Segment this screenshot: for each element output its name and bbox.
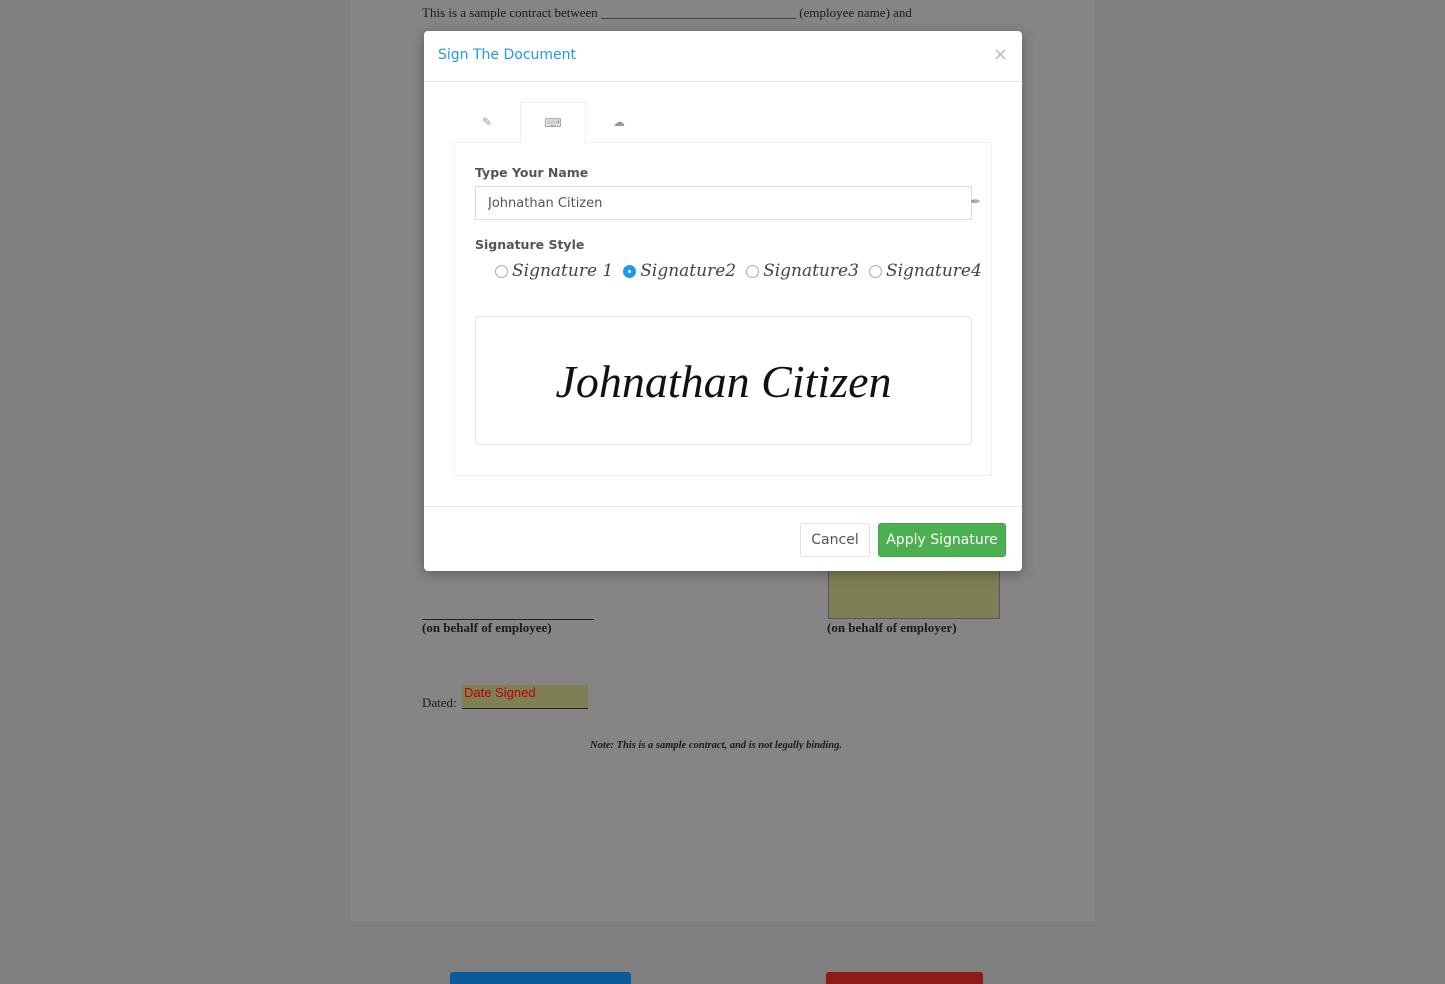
date-signed-field[interactable]: Date Signed: [462, 685, 588, 709]
contract-intro: This is a sample contract between ______…: [422, 5, 912, 20]
modal-title: Sign The Document: [438, 47, 577, 63]
style-radio-4[interactable]: [868, 264, 882, 278]
name-label: Type Your Name: [475, 165, 589, 180]
signature-style-options: Signature 1 Signature2 Signature3 Signat…: [495, 261, 988, 281]
primary-action-button[interactable]: [450, 972, 631, 984]
signature-pen-icon: ✒: [970, 195, 981, 210]
danger-action-button[interactable]: [826, 972, 983, 984]
style-radio-1[interactable]: [495, 264, 508, 278]
style-radio-3[interactable]: [746, 264, 760, 278]
tab-upload[interactable]: ☁: [586, 102, 652, 143]
type-signature-panel: Type Your Name ✒ Signature Style Signatu…: [454, 142, 992, 476]
sign-document-modal: Sign The Document × ✎ ⌨ ☁ Type Your Name…: [424, 31, 1022, 571]
legal-note: Note: This is a sample contract, and is …: [590, 740, 843, 751]
apply-signature-button[interactable]: Apply Signature: [878, 523, 1006, 557]
keyboard-icon: ⌨: [544, 116, 562, 130]
signature-preview: Johnathan Citizen: [475, 316, 972, 445]
dated-label: Dated:: [422, 695, 457, 710]
employer-caption: (on behalf of employer): [827, 620, 957, 635]
style-radio-2[interactable]: [623, 264, 637, 278]
pencil-icon: ✎: [481, 115, 493, 129]
tab-type[interactable]: ⌨: [520, 102, 586, 143]
close-icon[interactable]: ×: [993, 44, 1008, 65]
name-input[interactable]: [475, 186, 972, 220]
style-label: Signature Style: [475, 237, 585, 252]
cloud-upload-icon: ☁: [613, 115, 625, 129]
cancel-button[interactable]: Cancel: [800, 523, 870, 557]
employee-caption: (on behalf of employee): [422, 620, 552, 635]
tab-draw[interactable]: ✎: [454, 102, 520, 143]
